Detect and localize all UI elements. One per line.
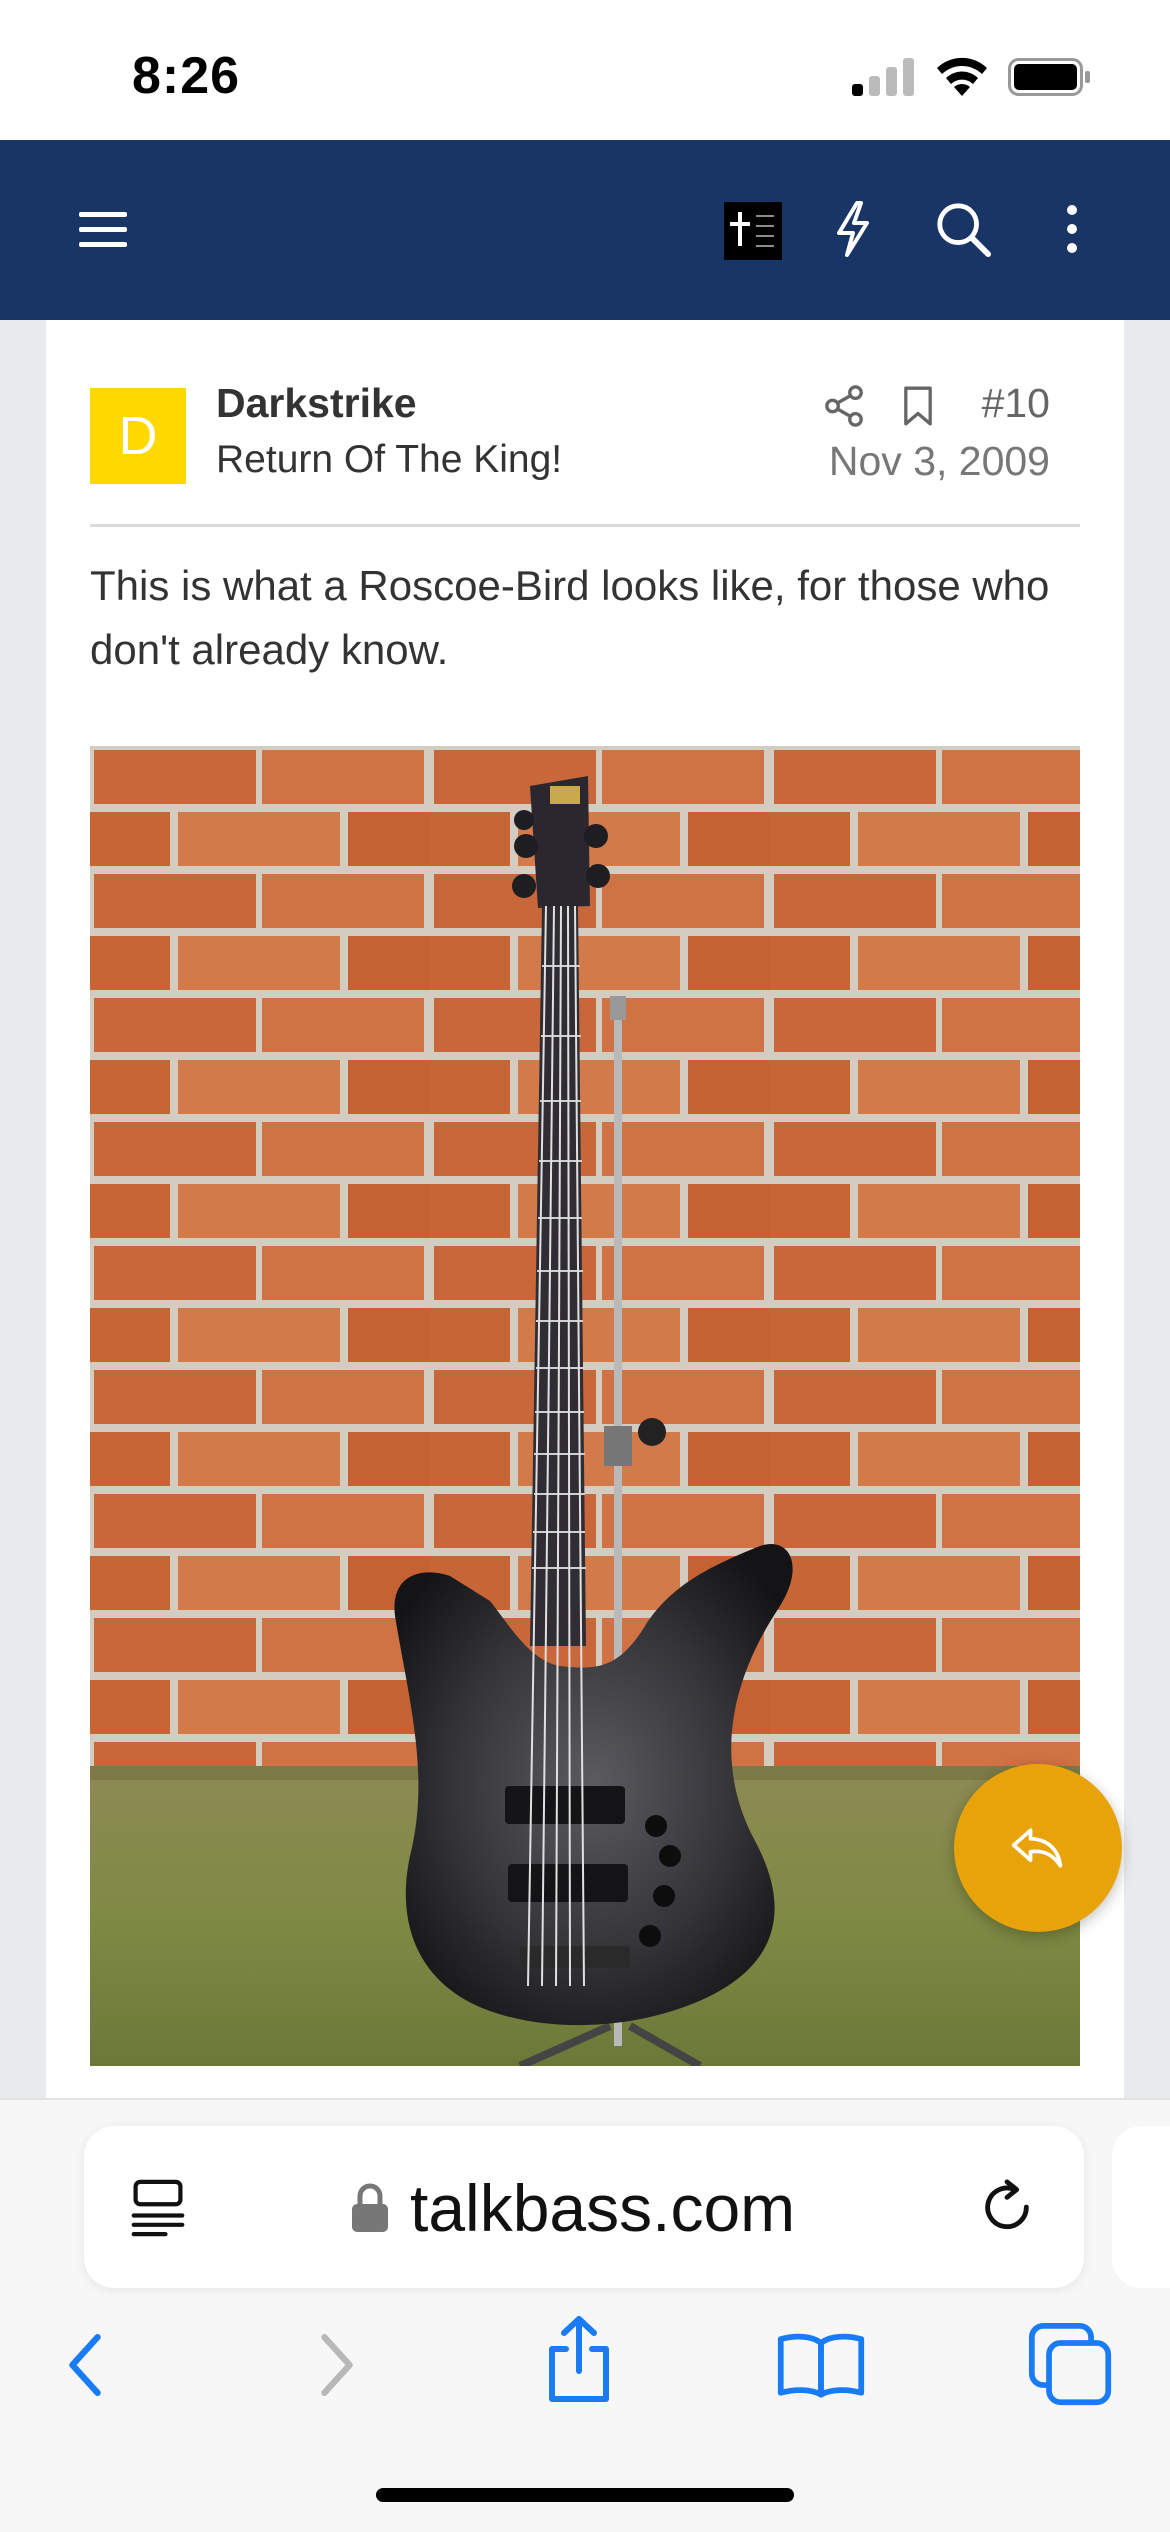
reload-icon[interactable]: [974, 2174, 1040, 2240]
search-icon[interactable]: [930, 196, 996, 262]
avatar-letter: D: [118, 406, 158, 466]
post-message: This is what a Roscoe-Bird looks like, f…: [90, 562, 1050, 673]
forum-header: [0, 140, 1170, 320]
post-date[interactable]: Nov 3, 2009: [829, 438, 1050, 485]
wifi-icon: [937, 57, 987, 96]
url-text[interactable]: talkbass.com: [410, 2170, 795, 2246]
reply-button[interactable]: [954, 1764, 1122, 1932]
chevron-left-icon: [69, 2333, 101, 2397]
home-indicator[interactable]: [376, 2488, 794, 2502]
status-time: 8:26: [132, 47, 241, 105]
forward-button[interactable]: [292, 2310, 382, 2420]
post-actions: [818, 380, 944, 432]
site-logo[interactable]: [724, 202, 782, 260]
tabs-icon: [1028, 2322, 1112, 2406]
browser-toolbar: talkbass.com: [0, 2098, 1170, 2532]
reader-mode-icon[interactable]: [126, 2176, 190, 2240]
adjacent-tab-preview[interactable]: [1112, 2126, 1170, 2288]
lock-icon: [350, 2182, 394, 2236]
post-divider: [90, 524, 1080, 527]
avatar[interactable]: D: [90, 388, 186, 484]
battery-icon: [1008, 58, 1090, 96]
bookmark-icon[interactable]: [892, 380, 944, 432]
share-icon[interactable]: [818, 380, 870, 432]
tabs-button[interactable]: [1016, 2310, 1126, 2420]
address-bar[interactable]: talkbass.com: [84, 2126, 1084, 2288]
chevron-right-icon: [321, 2333, 353, 2397]
reply-icon: [1011, 1828, 1063, 1868]
cellular-signal-icon: [852, 58, 914, 96]
share-upload-icon: [549, 2316, 609, 2402]
menu-icon[interactable]: [70, 200, 136, 260]
book-icon: [777, 2333, 865, 2398]
bookmarks-button[interactable]: [766, 2310, 876, 2420]
status-bar: 8:26: [0, 0, 1170, 140]
back-button[interactable]: [40, 2310, 130, 2420]
post-number-link[interactable]: #10: [982, 380, 1050, 427]
post-username[interactable]: Darkstrike: [216, 380, 417, 427]
more-vertical-icon[interactable]: [1052, 196, 1092, 262]
lightning-icon[interactable]: [822, 196, 884, 262]
post-image-bass-guitar[interactable]: [90, 746, 1080, 2066]
post-user-title: Return Of The King!: [216, 438, 563, 481]
share-button[interactable]: [524, 2300, 634, 2420]
